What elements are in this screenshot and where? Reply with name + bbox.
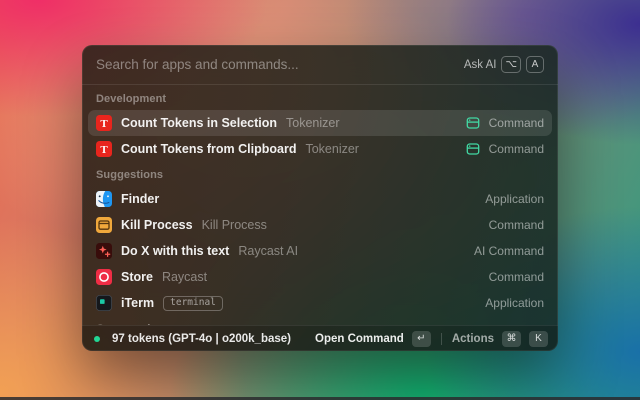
ask-ai-label: Ask AI — [464, 59, 497, 71]
item-tag: terminal — [163, 296, 223, 311]
ask-ai-button[interactable]: Ask AI ⌥ A — [464, 56, 544, 73]
item-title: iTerm — [121, 296, 154, 310]
item-title: Count Tokens in Selection — [121, 116, 277, 130]
svg-text:T: T — [100, 118, 108, 130]
kill-process-icon — [96, 217, 112, 233]
list-item[interactable]: Finder Application — [88, 186, 552, 212]
token-count-status: 97 tokens (GPT-4o | o200k_base) — [112, 333, 291, 345]
item-title: Do X with this text — [121, 244, 229, 258]
item-subtitle: Raycast — [162, 270, 207, 284]
footer-divider — [441, 333, 442, 345]
item-type-label: Command — [489, 218, 544, 232]
item-title: Store — [121, 270, 153, 284]
option-keycap: ⌥ — [501, 56, 521, 73]
item-title: Finder — [121, 192, 159, 206]
item-title: Count Tokens from Clipboard — [121, 142, 296, 156]
k-keycap: K — [529, 331, 548, 347]
item-title: Kill Process — [121, 218, 193, 232]
item-type-label: Command — [489, 270, 544, 284]
tokenizer-icon: T — [96, 115, 112, 131]
section-header: Suggestions — [88, 162, 552, 186]
actions-button[interactable]: Actions — [452, 333, 494, 345]
item-type-label: Command — [489, 142, 544, 156]
item-subtitle: Tokenizer — [305, 142, 359, 156]
item-subtitle: Raycast AI — [238, 244, 298, 258]
tokenizer-icon: T — [96, 141, 112, 157]
list-item[interactable]: Kill Process Kill Process Command — [88, 212, 552, 238]
item-subtitle: Kill Process — [202, 218, 267, 232]
item-subtitle: Tokenizer — [286, 116, 340, 130]
command-icon — [466, 116, 480, 130]
item-type-label: Application — [485, 192, 544, 206]
search-bar: Ask AI ⌥ A — [82, 45, 558, 85]
a-keycap: A — [526, 56, 544, 73]
list-item[interactable]: iTerm terminal Application — [88, 290, 552, 316]
open-command-button[interactable]: Open Command — [315, 333, 404, 345]
svg-text:T: T — [100, 144, 108, 156]
results-list: Development T Count Tokens in Selection Tok… — [82, 85, 558, 325]
list-item[interactable]: Store Raycast Command — [88, 264, 552, 290]
item-type-label: Command — [489, 116, 544, 130]
raycast-launcher-window: Ask AI ⌥ A Development T Count Tokens in S… — [82, 45, 558, 351]
finder-icon — [96, 191, 112, 207]
list-item[interactable]: Do X with this text Raycast AI AI Command — [88, 238, 552, 264]
list-item[interactable]: T Count Tokens in Selection Tokenizer Comma… — [88, 110, 552, 136]
store-icon — [96, 269, 112, 285]
footer-bar: 97 tokens (GPT-4o | o200k_base) Open Com… — [82, 325, 558, 351]
item-type-label: AI Command — [474, 244, 544, 258]
command-keycap: ⌘ — [502, 331, 521, 347]
section-header: Commands — [88, 316, 552, 325]
list-item[interactable]: T Count Tokens from Clipboard Tokenizer Com… — [88, 136, 552, 162]
raycast-ai-icon — [96, 243, 112, 259]
iterm-icon — [96, 295, 112, 311]
return-keycap: ↵ — [412, 331, 431, 347]
command-icon — [466, 142, 480, 156]
status-dot-icon — [94, 336, 100, 342]
item-type-label: Application — [485, 296, 544, 310]
section-header: Development — [88, 86, 552, 110]
search-input[interactable] — [96, 57, 456, 72]
